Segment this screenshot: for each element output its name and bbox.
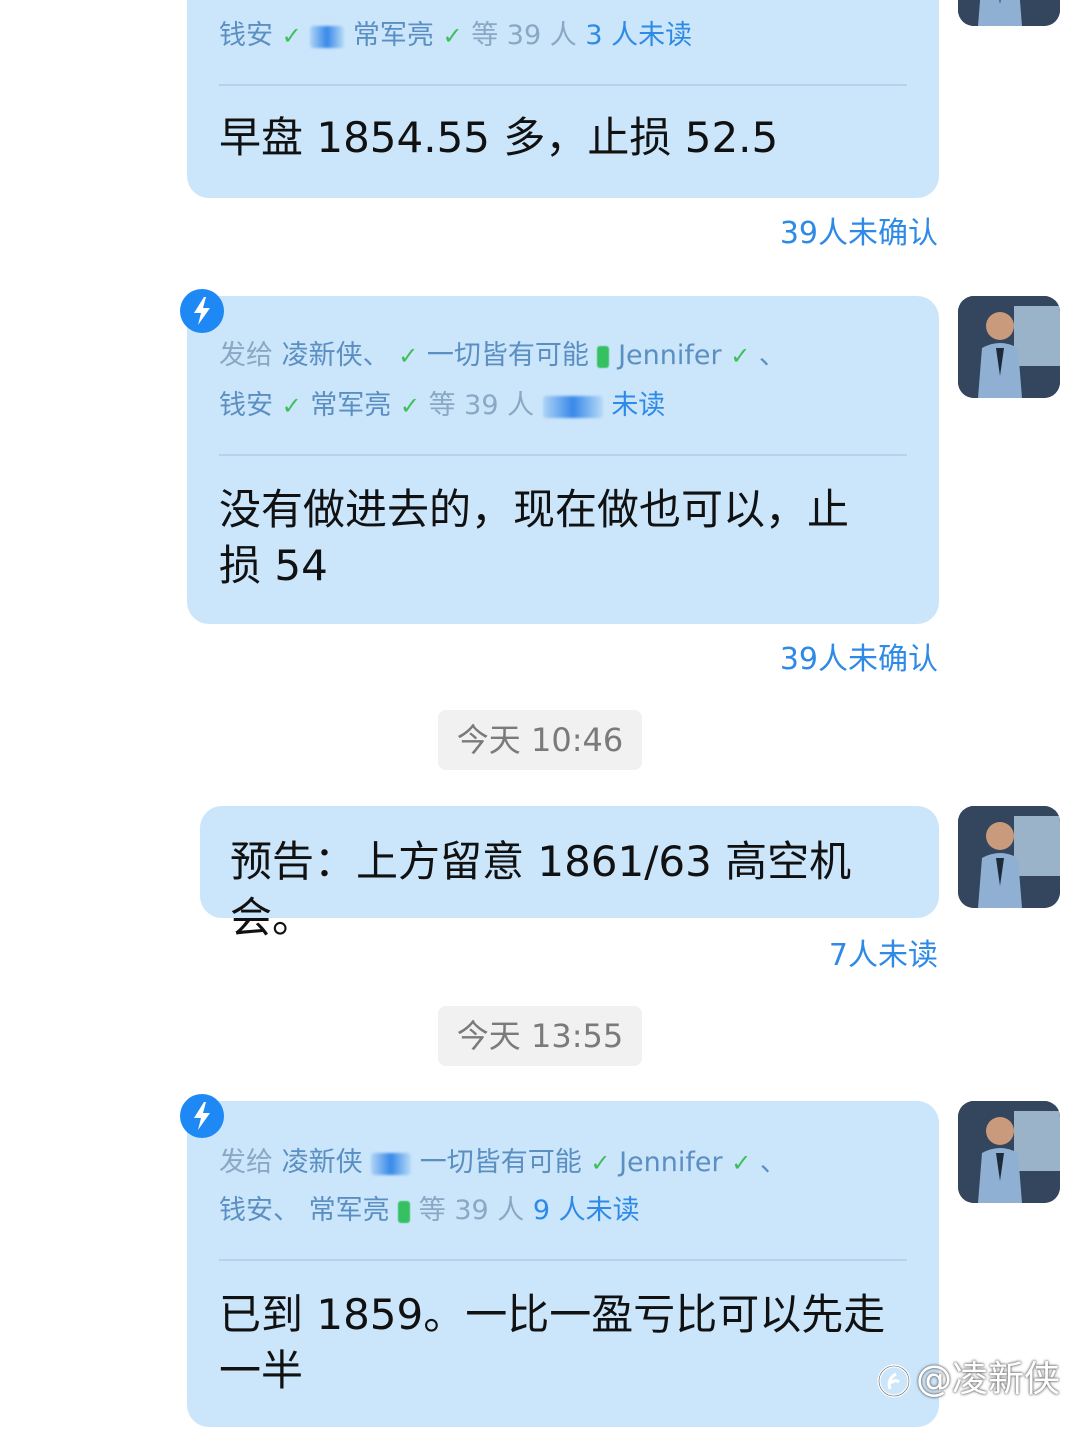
recipient-name: 一切皆有可能 bbox=[426, 340, 589, 371]
recipients-count: 等 39 人 bbox=[471, 20, 577, 51]
recipients-line[interactable]: 发给 凌新侠 一切皆有可能 ✓ Jennifer ✓ 、 bbox=[219, 1139, 907, 1187]
unread-count[interactable]: 9 人未读 bbox=[533, 1195, 640, 1226]
redacted-name bbox=[371, 1152, 412, 1175]
unconfirmed-status[interactable]: 39人未确认 bbox=[780, 208, 938, 252]
check-circle-icon: ✓ bbox=[281, 392, 302, 420]
user-avatar[interactable] bbox=[958, 806, 1060, 908]
separator: 、 bbox=[758, 340, 786, 371]
recipients-count: 等 39 人 bbox=[428, 390, 535, 421]
check-circle-icon: ✓ bbox=[398, 342, 419, 370]
recipient-name: 钱安、 bbox=[219, 1195, 300, 1226]
unread-count[interactable]: 3 人未读 bbox=[585, 20, 692, 51]
recipient-name: Jennifer bbox=[618, 340, 722, 371]
recipient-name: 常军亮 bbox=[310, 390, 392, 421]
message-text: 已到 1859。一比一盈亏比可以先走一半 bbox=[219, 1290, 886, 1395]
recipients-label: 发给 bbox=[219, 340, 273, 371]
message-bubble-2[interactable]: 发给 凌新侠、 ✓ 一切皆有可能 Jennifer ✓ 、 钱安 ✓ 常军亮 ✓… bbox=[187, 296, 939, 624]
weibo-watermark: @凌新侠 bbox=[876, 1356, 1076, 1404]
unconfirmed-status[interactable]: 39人未确认 bbox=[780, 634, 938, 678]
message-bubble-1[interactable]: 钱安 ✓ 常军亮 ✓ 等 39 人 3 人未读 早盘 1854.55 多，止损 … bbox=[187, 0, 939, 198]
redacted-text bbox=[542, 395, 603, 418]
divider bbox=[219, 84, 907, 86]
recipient-name: 钱安 bbox=[219, 20, 273, 51]
check-circle-icon: ✓ bbox=[731, 1149, 752, 1177]
check-circle-icon: ✓ bbox=[590, 1149, 611, 1177]
recipients-count: 等 39 人 bbox=[418, 1195, 525, 1226]
divider bbox=[219, 454, 907, 456]
user-avatar[interactable] bbox=[958, 296, 1060, 398]
recipients-line-2[interactable]: 钱安、 常军亮 等 39 人 9 人未读 bbox=[219, 1187, 907, 1235]
check-circle-icon: ✓ bbox=[281, 22, 302, 50]
lightning-icon bbox=[180, 289, 224, 333]
message-bubble-3[interactable]: 预告：上方留意 1861/63 高空机会。 bbox=[200, 806, 939, 942]
message-text: 预告：上方留意 1861/63 高空机会。 bbox=[230, 837, 852, 942]
recipient-name: Jennifer bbox=[619, 1147, 723, 1178]
unread-count[interactable]: 未读 bbox=[611, 390, 665, 421]
check-circle-icon: ✓ bbox=[442, 22, 463, 50]
unread-status[interactable]: 7人未读 bbox=[829, 930, 938, 974]
message-text: 没有做进去的，现在做也可以，止损 54 bbox=[219, 485, 850, 590]
divider bbox=[219, 1259, 907, 1261]
redacted-name bbox=[310, 25, 345, 48]
check-circle-icon: ✓ bbox=[399, 392, 420, 420]
watermark-text: @凌新侠 bbox=[916, 1359, 1061, 1400]
message-bubble-4[interactable]: 发给 凌新侠 一切皆有可能 ✓ Jennifer ✓ 、 钱安、 常军亮 等 3… bbox=[187, 1101, 939, 1427]
time-divider: 今天 10:46 bbox=[438, 710, 642, 770]
recipient-name: 凌新侠 bbox=[281, 1147, 363, 1178]
recipient-name: 常军亮 bbox=[352, 20, 434, 51]
recipients-label: 发给 bbox=[219, 1147, 273, 1178]
separator: 、 bbox=[759, 1147, 787, 1178]
recipients-line-2[interactable]: 钱安 ✓ 常军亮 ✓ 等 39 人 未读 bbox=[219, 382, 907, 430]
check-circle-icon: ✓ bbox=[730, 342, 751, 370]
lightning-icon bbox=[180, 1094, 224, 1138]
check-circle-icon bbox=[597, 345, 610, 368]
time-divider: 今天 13:55 bbox=[438, 1006, 642, 1066]
recipient-name: 常军亮 bbox=[308, 1195, 390, 1226]
recipient-name: 一切皆有可能 bbox=[419, 1147, 582, 1178]
recipient-name: 钱安 bbox=[219, 390, 273, 421]
recipients-line[interactable]: 发给 凌新侠、 ✓ 一切皆有可能 Jennifer ✓ 、 bbox=[219, 332, 907, 380]
message-text: 早盘 1854.55 多，止损 52.5 bbox=[219, 113, 779, 162]
recipients-line[interactable]: 钱安 ✓ 常军亮 ✓ 等 39 人 3 人未读 bbox=[219, 12, 907, 60]
weibo-logo-icon bbox=[876, 1363, 912, 1399]
user-avatar[interactable] bbox=[958, 1101, 1060, 1203]
recipient-name: 凌新侠、 bbox=[281, 340, 390, 371]
check-circle-icon bbox=[398, 1200, 411, 1223]
user-avatar[interactable] bbox=[958, 0, 1060, 26]
